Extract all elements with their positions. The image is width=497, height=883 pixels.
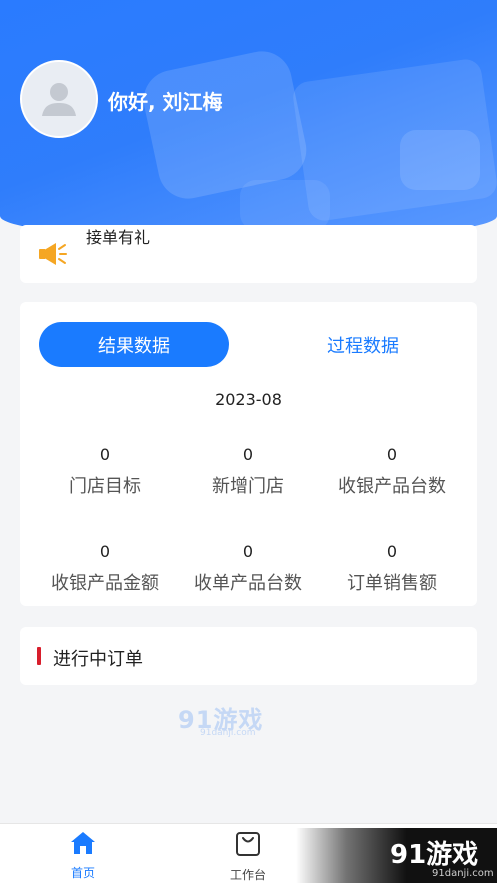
nav-workbench[interactable]: 工作台 xyxy=(198,830,298,883)
bag-icon xyxy=(236,832,260,856)
tab-process-data[interactable]: 过程数据 xyxy=(268,322,458,367)
metric-label: 收银产品金额 xyxy=(51,573,159,594)
header-decoration xyxy=(240,180,330,230)
metric-label: 收单产品台数 xyxy=(194,573,302,594)
metric-value: 0 xyxy=(242,445,254,464)
metric-cashier-units: 0 收银产品台数 xyxy=(316,445,468,498)
metric-new-stores: 0 新增门店 xyxy=(172,445,324,498)
avatar[interactable] xyxy=(20,60,98,138)
metric-acquiring-units: 0 收单产品台数 xyxy=(172,542,324,595)
month-label: 2023-08 xyxy=(215,390,282,409)
metric-label: 新增门店 xyxy=(212,476,284,497)
greeting-text: 你好, 刘江梅 xyxy=(108,90,223,114)
notice-bar[interactable]: 接单有礼 xyxy=(20,225,477,283)
header-decoration xyxy=(400,130,480,190)
home-icon xyxy=(71,832,95,854)
metric-value: 0 xyxy=(386,445,398,464)
metric-label: 门店目标 xyxy=(69,476,141,497)
site-logo-text: 91游戏 xyxy=(390,840,479,870)
nav-workbench-label: 工作台 xyxy=(229,868,266,882)
metric-value: 0 xyxy=(386,542,398,561)
notice-text: 接单有礼 xyxy=(86,228,151,247)
metric-order-sales: 0 订单销售额 xyxy=(316,542,468,595)
megaphone-icon xyxy=(39,243,67,265)
metric-store-target: 0 门店目标 xyxy=(29,445,181,498)
section-title: 进行中订单 xyxy=(53,649,143,670)
metric-label: 收银产品台数 xyxy=(338,476,446,497)
nav-home-label: 首页 xyxy=(70,866,95,880)
tab-result-data[interactable]: 结果数据 xyxy=(39,322,229,367)
watermark-url: 91danji.com xyxy=(200,728,256,738)
site-logo-url: 91danji.com xyxy=(432,868,494,879)
profile-header: 你好, 刘江梅 xyxy=(0,0,497,240)
metric-cashier-amount: 0 收银产品金额 xyxy=(29,542,181,595)
metric-value: 0 xyxy=(99,542,111,561)
nav-home[interactable]: 首页 xyxy=(33,830,133,881)
metric-value: 0 xyxy=(99,445,111,464)
metric-value: 0 xyxy=(242,542,254,561)
section-accent-bar xyxy=(37,647,41,665)
stats-card: 结果数据 过程数据 2023-08 0 门店目标 0 新增门店 0 收银产品台数… xyxy=(20,302,477,606)
metric-label: 订单销售额 xyxy=(347,573,437,594)
user-silhouette-icon xyxy=(42,83,76,116)
in-progress-orders-section[interactable]: 进行中订单 xyxy=(20,627,477,685)
